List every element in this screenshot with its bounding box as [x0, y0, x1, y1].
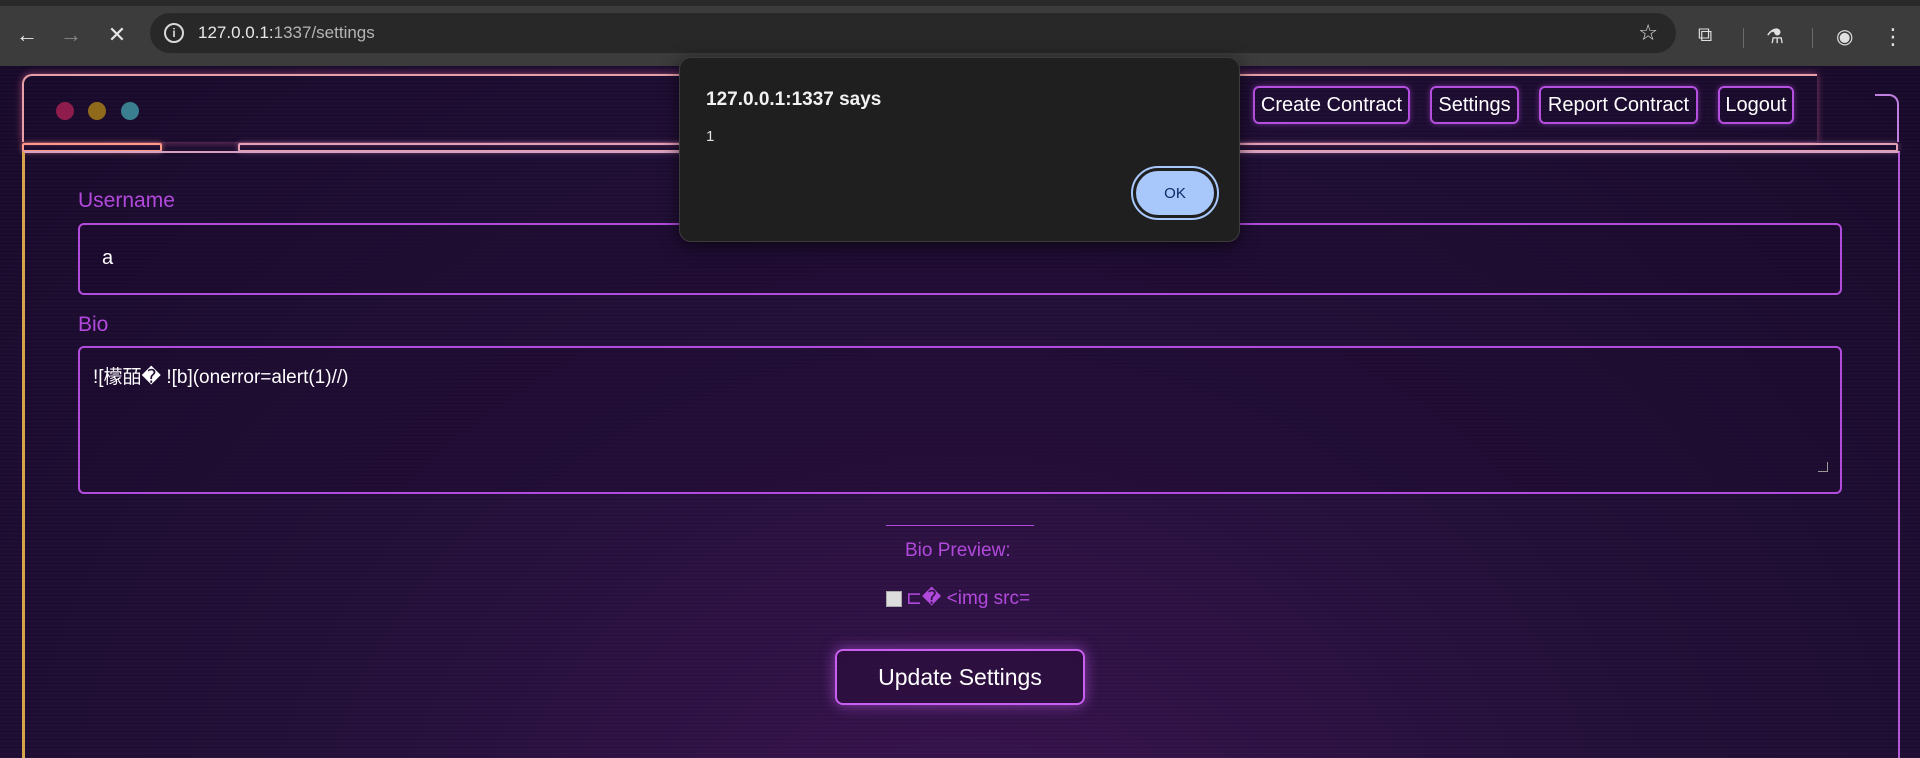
nav-report-contract[interactable]: Report Contract: [1539, 86, 1698, 124]
bio-label: Bio: [78, 313, 109, 336]
extensions-icon[interactable]: ⧉: [1698, 24, 1712, 47]
toolbar-divider: [1812, 28, 1813, 48]
nav-create-contract[interactable]: Create Contract: [1253, 86, 1410, 124]
alert-dialog: 127.0.0.1:1337 says 1 OK: [679, 57, 1240, 242]
window-dot-blue: [121, 102, 139, 120]
resize-grip-icon[interactable]: [1818, 462, 1828, 472]
nav-logout[interactable]: Logout: [1718, 86, 1794, 124]
browser-menu-icon[interactable]: ⋮: [1882, 24, 1904, 50]
url-text[interactable]: 127.0.0.1:1337/settings: [198, 23, 375, 43]
preview-divider: [886, 525, 1034, 526]
site-info-icon[interactable]: i: [164, 23, 184, 43]
window-dot-red: [56, 102, 74, 120]
toolbar-divider: [1743, 28, 1744, 48]
neon-frame-corner: [1875, 94, 1899, 142]
update-settings-button[interactable]: Update Settings: [835, 649, 1085, 705]
url-host: 127.0.0.1:: [198, 23, 274, 42]
window-dot-yellow: [88, 102, 106, 120]
alert-ok-button[interactable]: OK: [1131, 166, 1219, 220]
labs-flask-icon[interactable]: ⚗: [1766, 24, 1784, 49]
bookmark-star-icon[interactable]: ☆: [1638, 20, 1658, 46]
alert-message: 1: [706, 128, 715, 145]
address-bar[interactable]: i 127.0.0.1:1337/settings ☆: [150, 13, 1676, 53]
bio-preview-text: ⊏� <img src=: [906, 588, 1031, 609]
profile-icon[interactable]: ◉: [1836, 24, 1853, 49]
back-icon[interactable]: ←: [12, 20, 42, 50]
username-label: Username: [78, 189, 175, 212]
nav-settings[interactable]: Settings: [1430, 86, 1519, 124]
bio-preview: ⊏� <img src=: [886, 587, 1030, 610]
broken-image-icon: [886, 590, 902, 607]
url-path: 1337/settings: [273, 23, 375, 42]
bio-preview-label: Bio Preview:: [905, 540, 1011, 561]
forward-icon[interactable]: →: [56, 20, 86, 50]
bio-textarea[interactable]: ![檬皕� ![b](onerror=alert(1)//): [78, 346, 1842, 494]
alert-title: 127.0.0.1:1337 says: [706, 89, 882, 110]
bio-text: ![檬皕� ![b](onerror=alert(1)//): [93, 367, 349, 388]
stop-loading-icon[interactable]: ✕: [102, 20, 132, 50]
